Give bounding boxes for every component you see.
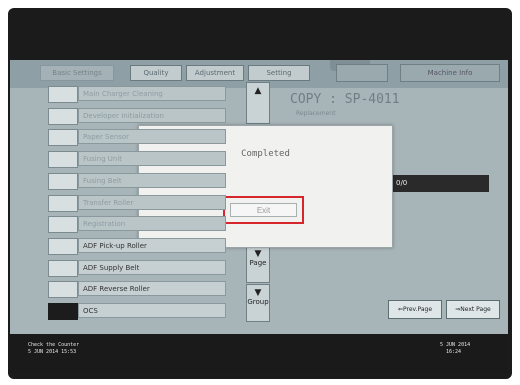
tab-setting[interactable]: Setting: [248, 65, 310, 81]
list-item-button[interactable]: [48, 281, 78, 299]
list-item-label: Developer Initialization: [78, 107, 226, 123]
group-label: Group: [247, 298, 269, 306]
arrow-down-icon: ▼: [254, 249, 262, 259]
next-page-label: Next Page: [460, 306, 491, 313]
list-item-label: OCS: [78, 303, 226, 318]
arrow-up-icon: ▲: [254, 86, 262, 96]
clock-time: 16:24: [446, 349, 462, 355]
exit-button[interactable]: Exit: [230, 203, 297, 217]
list-item-button[interactable]: [48, 107, 78, 125]
list-item-button[interactable]: [48, 237, 78, 255]
tab-basic-settings[interactable]: Basic Settings: [40, 65, 114, 81]
group-down-button[interactable]: ▼ Group: [246, 284, 270, 322]
tab-quality[interactable]: Quality: [130, 65, 182, 81]
prev-page-button[interactable]: ⇐Prev.Page: [388, 300, 442, 319]
status-strip: Check the Counter 5 JUN 2014 15:53 5 JUN…: [10, 334, 508, 374]
list-item-button[interactable]: [48, 172, 78, 190]
list-item-label: Fusing Unit: [78, 151, 226, 167]
scroll-up-button[interactable]: ▲: [246, 82, 270, 124]
tab-machine-info-label[interactable]: [336, 64, 388, 82]
arrow-down-icon: ▼: [254, 288, 262, 298]
clock-date: 5 JUN 2014: [440, 342, 471, 348]
list-item-label: ADF Pick-up Roller: [78, 237, 226, 253]
list-item-label: Paper Sensor: [78, 129, 226, 145]
list-item-button[interactable]: [48, 259, 78, 277]
list-item-label: Fusing Belt: [78, 172, 226, 188]
list-item-label: ADF Reverse Roller: [78, 281, 226, 297]
copy-subtitle: Replacement: [296, 110, 336, 117]
list-item-label: Registration: [78, 216, 226, 232]
machine-info-label: Machine Info: [427, 69, 473, 77]
list-item-label: ADF Supply Belt: [78, 259, 226, 275]
list-item-label: Main Charger Cleaning: [78, 86, 226, 101]
tab-adjustment[interactable]: Adjustment: [186, 65, 244, 81]
list-item-button[interactable]: [48, 129, 78, 147]
page-label: Page: [249, 259, 267, 267]
prev-page-label: Prev.Page: [402, 306, 433, 313]
tab-machine-info[interactable]: Machine Info: [400, 64, 500, 82]
list-item-label: Transfer Roller: [78, 194, 226, 210]
next-page-button[interactable]: ⇒Next Page: [446, 300, 500, 319]
status-datetime: 5 JUN 2014 15:53: [28, 349, 77, 355]
list-item-button[interactable]: [48, 194, 78, 212]
value-bar: 0/0: [392, 175, 489, 192]
list-item-button[interactable]: [48, 303, 78, 320]
touch-screen: Basic Settings Quality Adjustment Settin…: [10, 60, 508, 334]
list-item-button[interactable]: [48, 216, 78, 234]
page-down-button[interactable]: ▼ Page: [246, 245, 270, 283]
status-message: Check the Counter: [28, 342, 80, 348]
copy-title: COPY : SP-4011: [290, 92, 400, 107]
list-item-button[interactable]: [48, 151, 78, 169]
exit-highlight: Exit: [223, 196, 304, 224]
list-item-button[interactable]: [48, 86, 78, 103]
